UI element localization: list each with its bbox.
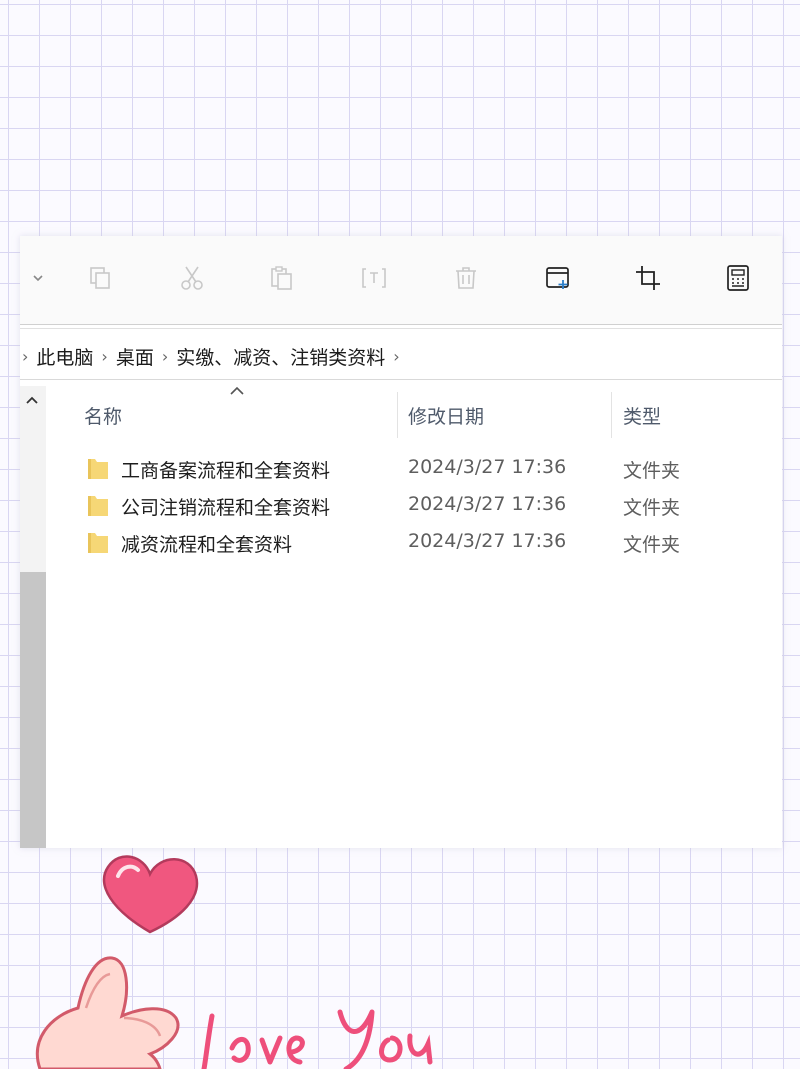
folder-icon (88, 496, 108, 516)
love-you-handwriting (201, 1009, 433, 1069)
paste-icon[interactable] (266, 262, 298, 294)
file-date: 2024/3/27 17:36 (408, 456, 567, 478)
column-type-header[interactable]: 类型 (623, 402, 661, 429)
file-name[interactable]: 工商备案流程和全套资料 (121, 456, 330, 483)
cut-icon[interactable] (176, 262, 208, 294)
file-name[interactable]: 减资流程和全套资料 (121, 530, 292, 557)
file-type: 文件夹 (623, 497, 681, 519)
breadcrumb-chevron-icon[interactable]: › (162, 347, 168, 366)
command-toolbar (20, 236, 782, 325)
new-window-icon[interactable] (542, 262, 574, 294)
heart-icon (102, 855, 199, 934)
navigation-pane-scrollbar[interactable] (20, 386, 46, 848)
list-item[interactable]: 公司注销流程和全套资料 2024/3/27 17:36 文件夹 (86, 487, 782, 523)
file-date: 2024/3/27 17:36 (408, 493, 567, 515)
file-type: 文件夹 (623, 534, 681, 556)
copy-icon[interactable] (84, 262, 116, 294)
file-date: 2024/3/27 17:36 (408, 530, 567, 552)
folder-icon (88, 533, 108, 553)
breadcrumb-chevron-icon[interactable]: › (101, 347, 107, 366)
love-decoration (35, 855, 433, 1069)
breadcrumb-chevron-icon[interactable]: › (22, 347, 28, 366)
crop-icon[interactable] (632, 262, 664, 294)
breadcrumb-chevron-icon[interactable]: › (393, 347, 399, 366)
delete-icon[interactable] (450, 262, 482, 294)
column-name-header[interactable]: 名称 (84, 402, 122, 429)
finger-heart-hand-icon (35, 956, 180, 1069)
file-explorer-window: › 此电脑 › 桌面 › 实缴、减资、注销类资料 › 名称 修改日期 类型 工商… (20, 236, 782, 848)
breadcrumb-item[interactable]: 桌面 (116, 343, 154, 370)
scroll-up-icon[interactable] (24, 392, 40, 411)
calculator-icon[interactable] (722, 262, 754, 294)
rename-icon[interactable] (358, 262, 390, 294)
chevron-down-icon[interactable] (22, 262, 54, 294)
column-divider[interactable] (397, 392, 398, 438)
breadcrumb[interactable]: › 此电脑 › 桌面 › 实缴、减资、注销类资料 › (20, 333, 782, 380)
folder-icon (88, 459, 108, 479)
column-divider[interactable] (611, 392, 612, 438)
column-header: 名称 修改日期 类型 (48, 386, 782, 442)
list-item[interactable]: 工商备案流程和全套资料 2024/3/27 17:36 文件夹 (86, 450, 782, 486)
breadcrumb-item[interactable]: 实缴、减资、注销类资料 (176, 343, 385, 370)
breadcrumb-item[interactable]: 此电脑 (36, 343, 93, 370)
list-item[interactable]: 减资流程和全套资料 2024/3/27 17:36 文件夹 (86, 524, 782, 560)
scrollbar-thumb[interactable] (20, 572, 46, 848)
sort-ascending-icon (228, 382, 246, 401)
column-date-header[interactable]: 修改日期 (408, 402, 484, 429)
file-name[interactable]: 公司注销流程和全套资料 (121, 493, 330, 520)
toolbar-divider (20, 328, 782, 329)
file-type: 文件夹 (623, 460, 681, 482)
